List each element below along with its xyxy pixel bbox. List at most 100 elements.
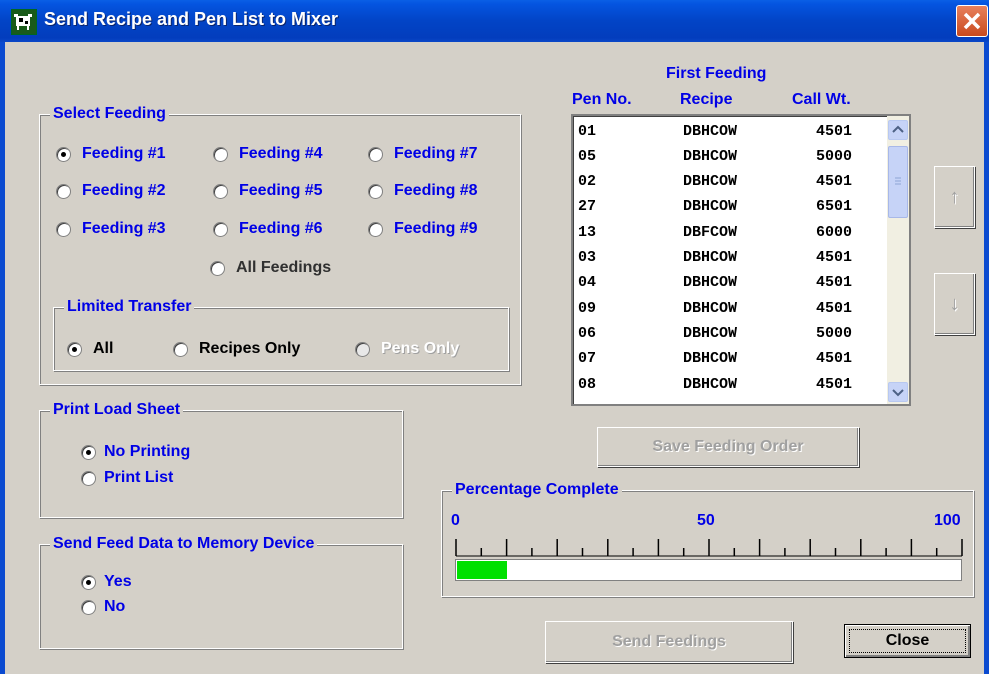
call-weight: 6000	[816, 224, 853, 241]
pen-number: 03	[578, 249, 597, 266]
progress-bar	[455, 559, 962, 581]
recipe-name: DBHCOW	[683, 325, 738, 342]
pen-number: 02	[578, 173, 597, 190]
radio-recipes-only[interactable]: Recipes Only	[173, 340, 300, 358]
radio-dot	[56, 221, 71, 237]
progress-fill	[457, 561, 507, 579]
scroll-thumb[interactable]	[888, 146, 908, 218]
list-item[interactable]: 05 DBHCOW 5000	[573, 144, 883, 170]
recipe-name: DBFCOW	[683, 224, 738, 241]
list-item[interactable]: 07 DBHCOW 4501	[573, 346, 883, 372]
radio-dot	[81, 444, 96, 460]
radio-dot	[81, 470, 96, 486]
limited-transfer-label: Limited Transfer	[64, 297, 195, 317]
list-item[interactable]: 03 DBHCOW 4501	[573, 245, 883, 271]
list-item[interactable]: 08 DBHCOW 4501	[573, 372, 883, 398]
recipe-name: DBHCOW	[683, 300, 738, 317]
move-up-button[interactable]: ↑	[934, 166, 975, 228]
list-item[interactable]: 27 DBHCOW 6501	[573, 194, 883, 220]
arrow-down-icon: ↓	[949, 293, 960, 315]
radio-memory-yes[interactable]: Yes	[81, 573, 132, 591]
radio-no-printing[interactable]: No Printing	[81, 443, 190, 461]
call-weight: 5000	[816, 148, 853, 165]
pen-number: 27	[578, 198, 597, 215]
pen-list[interactable]: 01 DBHCOW 4501 05 DBHCOW 5000 02 DBHCOW …	[571, 114, 911, 406]
save-feeding-order-button[interactable]: Save Feeding Order	[597, 427, 859, 467]
column-recipe: Recipe	[680, 91, 733, 108]
scroll-down-button[interactable]	[888, 382, 908, 402]
memory-device-label: Send Feed Data to Memory Device	[50, 534, 318, 554]
scale-label-100: 100	[934, 512, 961, 529]
recipe-name: DBHCOW	[683, 350, 738, 367]
call-weight: 6501	[816, 198, 853, 215]
window-border-right	[984, 42, 989, 674]
recipe-name: DBHCOW	[683, 274, 738, 291]
list-item[interactable]: 04 DBHCOW 4501	[573, 270, 883, 296]
radio-dot	[213, 221, 228, 237]
pen-number: 01	[578, 123, 597, 140]
move-down-button[interactable]: ↓	[934, 273, 975, 335]
radio-memory-no[interactable]: No	[81, 598, 125, 616]
window-title: Send Recipe and Pen List to Mixer	[44, 9, 339, 29]
call-weight: 4501	[816, 376, 853, 393]
select-feeding-label: Select Feeding	[50, 104, 169, 124]
pen-number: 06	[578, 325, 597, 342]
radio-feeding-6[interactable]: Feeding #6	[213, 220, 323, 238]
send-feedings-button[interactable]: Send Feedings	[545, 621, 793, 663]
recipe-name: DBHCOW	[683, 173, 738, 190]
call-weight: 4501	[816, 249, 853, 266]
radio-feeding-7[interactable]: Feeding #7	[368, 145, 478, 163]
recipe-name: DBHCOW	[683, 123, 738, 140]
radio-feeding-8[interactable]: Feeding #8	[368, 182, 478, 200]
pen-number: 08	[578, 376, 597, 393]
radio-feeding-1[interactable]: Feeding #1	[56, 145, 166, 163]
pen-number: 05	[578, 148, 597, 165]
radio-feeding-2[interactable]: Feeding #2	[56, 182, 166, 200]
memory-device-group: Send Feed Data to Memory Device	[39, 534, 403, 649]
close-button[interactable]: Close	[844, 624, 971, 658]
radio-dot	[56, 183, 71, 199]
progress-scale-ticks	[455, 539, 963, 557]
list-item[interactable]: 02 DBHCOW 4501	[573, 169, 883, 195]
radio-print-list[interactable]: Print List	[81, 469, 173, 487]
limited-transfer-group: Limited Transfer	[53, 297, 509, 371]
radio-dot	[210, 260, 225, 276]
radio-dot	[81, 574, 96, 590]
radio-all-feedings[interactable]: All Feedings	[210, 259, 331, 277]
list-scrollbar[interactable]	[887, 116, 909, 404]
arrow-up-icon: ↑	[949, 186, 960, 208]
radio-feeding-9[interactable]: Feeding #9	[368, 220, 478, 238]
radio-dot	[368, 183, 383, 199]
radio-feeding-3[interactable]: Feeding #3	[56, 220, 166, 238]
pen-number: 13	[578, 224, 597, 241]
list-item[interactable]: 09 DBHCOW 4501	[573, 296, 883, 322]
list-item[interactable]: 13 DBFCOW 6000	[573, 220, 883, 246]
radio-dot	[213, 146, 228, 162]
radio-dot	[368, 221, 383, 237]
recipe-name: DBHCOW	[683, 148, 738, 165]
scale-label-0: 0	[451, 512, 460, 529]
call-weight: 4501	[816, 274, 853, 291]
radio-dot	[173, 341, 188, 357]
scroll-up-button[interactable]	[888, 120, 908, 140]
list-item[interactable]: 06 DBHCOW 5000	[573, 321, 883, 347]
recipe-name: DBHCOW	[683, 376, 738, 393]
radio-transfer-all[interactable]: All	[67, 340, 113, 358]
chevron-down-icon	[892, 389, 904, 397]
radio-dot	[355, 341, 370, 357]
radio-feeding-5[interactable]: Feeding #5	[213, 182, 323, 200]
radio-feeding-4[interactable]: Feeding #4	[213, 145, 323, 163]
print-load-sheet-label: Print Load Sheet	[50, 400, 184, 420]
app-cow-icon	[11, 9, 37, 35]
call-weight: 4501	[816, 123, 853, 140]
radio-pens-only: Pens Only	[355, 340, 459, 358]
percentage-complete-label: Percentage Complete	[452, 480, 622, 500]
radio-dot	[67, 341, 82, 357]
window-close-button[interactable]	[956, 5, 988, 37]
title-bar[interactable]: Send Recipe and Pen List to Mixer	[0, 0, 989, 42]
pen-number: 09	[578, 300, 597, 317]
list-item[interactable]: 01 DBHCOW 4501	[573, 119, 883, 145]
grip-icon	[895, 177, 901, 185]
recipe-name: DBHCOW	[683, 249, 738, 266]
chevron-up-icon	[892, 125, 904, 133]
